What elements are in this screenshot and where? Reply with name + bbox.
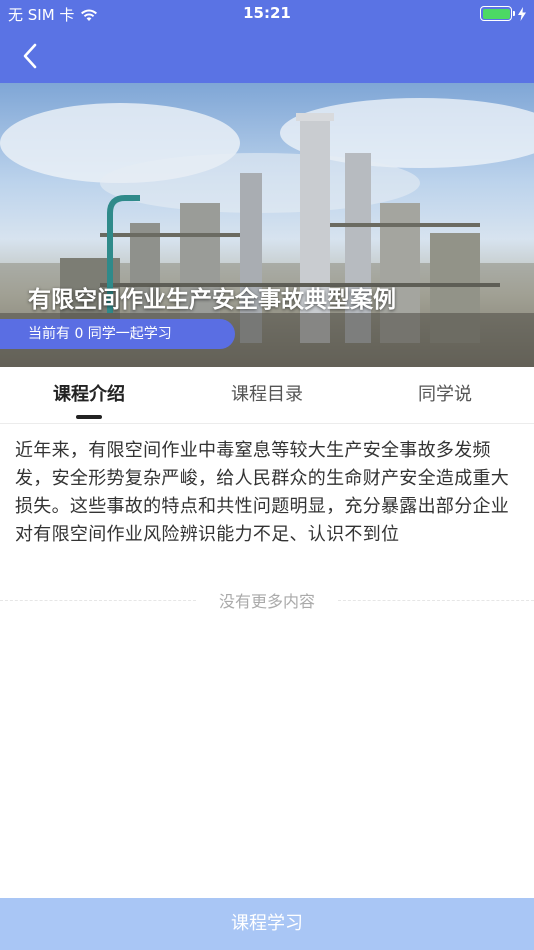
- tab-label: 课程介绍: [53, 384, 125, 405]
- status-left: 无 SIM 卡: [8, 4, 98, 25]
- battery-level: [482, 8, 510, 19]
- tab-active-indicator: [76, 415, 102, 419]
- chevron-left-icon: [23, 43, 37, 69]
- tab-label: 课程目录: [231, 384, 303, 405]
- carrier-text: 无 SIM 卡: [8, 6, 75, 24]
- back-button[interactable]: [10, 36, 50, 76]
- start-learning-button[interactable]: 课程学习: [0, 898, 534, 950]
- nav-bar: [0, 28, 534, 83]
- charging-bolt-icon: [518, 6, 526, 21]
- tab-label: 同学说: [418, 384, 472, 405]
- battery-icon: [480, 6, 515, 21]
- no-more-content-divider: 没有更多内容: [0, 586, 534, 614]
- learners-count-badge: 当前有 0 同学一起学习: [0, 319, 235, 349]
- course-title: 有限空间作业生产安全事故典型案例: [28, 287, 396, 313]
- course-banner: 有限空间作业生产安全事故典型案例 当前有 0 同学一起学习: [0, 83, 534, 367]
- tab-course-intro[interactable]: 课程介绍: [0, 367, 178, 423]
- wifi-icon: [81, 9, 98, 21]
- course-tabs: 课程介绍 课程目录 同学说: [0, 367, 534, 424]
- tab-course-catalog[interactable]: 课程目录: [178, 367, 356, 423]
- tab-classmates-say[interactable]: 同学说: [356, 367, 534, 423]
- status-right: [480, 6, 526, 21]
- divider-line: [338, 600, 534, 601]
- course-intro-text: 近年来，有限空间作业中毒窒息等较大生产安全事故多发频发，安全形势复杂严峻，给人民…: [15, 440, 510, 545]
- status-bar: 无 SIM 卡 15:21: [0, 0, 534, 28]
